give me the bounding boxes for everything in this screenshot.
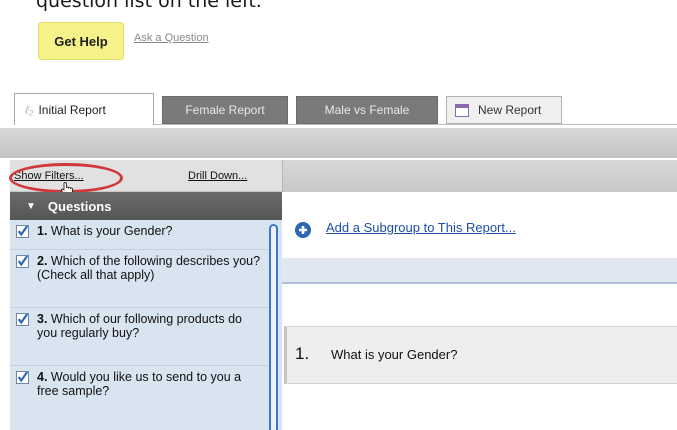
report-question-text: What is your Gender? (331, 347, 458, 362)
checkbox-checked-icon[interactable] (16, 225, 29, 238)
question-list: 1. What is your Gender? 2. Which of the … (10, 220, 282, 430)
add-subgroup-link[interactable]: Add a Subgroup to This Report... (326, 220, 516, 235)
tab-female-report[interactable]: Female Report (162, 96, 288, 124)
main-header-band (282, 160, 677, 192)
checkbox-checked-icon[interactable] (16, 255, 29, 268)
report-icon: ℓ₂ (25, 102, 34, 117)
question-number: 2. (37, 254, 48, 268)
toolbar-band (0, 128, 677, 158)
tab-initial-report[interactable]: ℓ₂ Initial Report (14, 93, 154, 125)
tab-label: Female Report (185, 103, 265, 117)
filters-bar: Show Filters... Drill Down... (9, 160, 282, 197)
tab-male-vs-female[interactable]: Male vs Female (296, 96, 438, 124)
sidebar: Show Filters... Drill Down... ▼ Question… (9, 160, 282, 430)
question-item[interactable]: 1. What is your Gender? (10, 220, 268, 250)
question-text: What is your Gender? (50, 224, 173, 238)
question-text: Would you like us to send to you a free … (37, 370, 242, 398)
question-item[interactable]: 4. Would you like us to send to you a fr… (10, 366, 268, 430)
questions-header[interactable]: ▼ Questions (10, 192, 282, 220)
tab-label: Initial Report (38, 102, 106, 117)
tab-new-report[interactable]: New Report (446, 96, 562, 124)
tab-label: New Report (478, 103, 542, 117)
question-list-scrollbar[interactable] (269, 224, 278, 430)
questions-header-label: Questions (47, 198, 112, 214)
caption-text: question list on the left. (36, 0, 262, 12)
get-help-button[interactable]: Get Help (38, 22, 124, 60)
question-text: Which of our following products do you r… (37, 312, 242, 340)
question-item[interactable]: 3. Which of our following products do yo… (10, 308, 268, 366)
report-question-number: 1. (295, 344, 310, 363)
question-number: 1. (37, 224, 48, 238)
checkbox-checked-icon[interactable] (16, 313, 29, 326)
collapse-triangle-icon: ▼ (26, 200, 36, 212)
new-report-icon (455, 103, 469, 117)
add-subgroup-icon[interactable] (295, 222, 311, 238)
drill-down-link[interactable]: Drill Down... (188, 170, 247, 182)
question-item[interactable]: 2. Which of the following describes you?… (10, 250, 268, 308)
checkbox-checked-icon[interactable] (16, 371, 29, 384)
report-question-row: 1. What is your Gender? (284, 326, 677, 384)
ask-question-link[interactable]: Ask a Question (134, 32, 209, 44)
report-header-band (282, 258, 677, 284)
question-number: 3. (37, 312, 48, 326)
question-text: Which of the following describes you? (C… (37, 254, 261, 282)
question-number: 4. (37, 370, 48, 384)
tab-label: Male vs Female (324, 103, 410, 117)
